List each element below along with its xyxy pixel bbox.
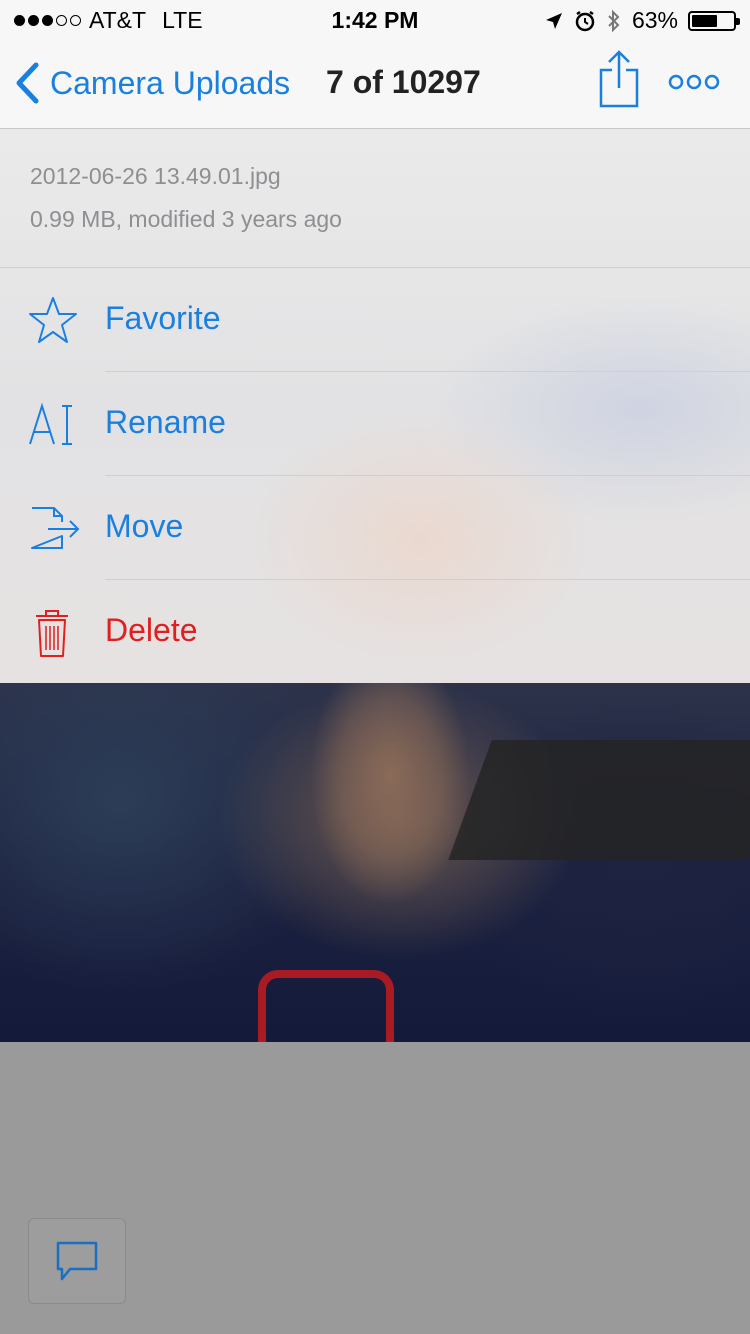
- menu-item-label: Move: [105, 508, 184, 544]
- file-actions-menu: 2012-06-26 13.49.01.jpg 0.99 MB, modifie…: [0, 129, 750, 683]
- bluetooth-icon: [608, 9, 620, 32]
- comment-button[interactable]: [28, 1218, 126, 1304]
- photo-subject: [290, 680, 490, 1000]
- menu-item-rename[interactable]: Rename: [0, 372, 750, 476]
- battery-fill: [692, 14, 718, 27]
- menu-item-delete[interactable]: Delete: [0, 580, 750, 684]
- photo-table: [448, 740, 750, 860]
- menu-item-move[interactable]: Move: [0, 476, 750, 580]
- more-icon[interactable]: [668, 70, 720, 94]
- back-button[interactable]: Camera Uploads: [14, 62, 290, 104]
- battery-icon: [688, 10, 740, 31]
- trash-icon: [36, 610, 68, 657]
- menu-item-label: Favorite: [105, 300, 221, 336]
- status-right: 63%: [544, 7, 740, 34]
- rename-icon: [29, 402, 72, 445]
- photo-glasses: [258, 970, 394, 1042]
- menu-item-label: Delete: [105, 612, 198, 648]
- page-title: 7 of 10297: [326, 64, 481, 100]
- battery-percent: 63%: [631, 7, 678, 33]
- menu-item-label: Rename: [105, 404, 226, 440]
- file-info: 2012-06-26 13.49.01.jpg 0.99 MB, modifie…: [0, 129, 750, 268]
- file-meta: 0.99 MB, modified 3 years ago: [30, 206, 342, 232]
- back-label: Camera Uploads: [50, 64, 291, 101]
- move-icon: [31, 507, 80, 549]
- star-icon: [29, 297, 77, 343]
- chevron-left-icon: [16, 62, 39, 104]
- alarm-icon: [575, 10, 595, 31]
- comment-icon: [56, 1241, 98, 1281]
- file-name: 2012-06-26 13.49.01.jpg: [30, 163, 281, 189]
- navigation-bar: Camera Uploads 7 of 10297: [0, 40, 750, 129]
- location-arrow-icon: [545, 12, 562, 29]
- share-icon[interactable]: [598, 48, 640, 108]
- menu-item-favorite[interactable]: Favorite: [0, 268, 750, 372]
- status-bar: AT&T LTE 1:42 PM 63%: [0, 0, 750, 40]
